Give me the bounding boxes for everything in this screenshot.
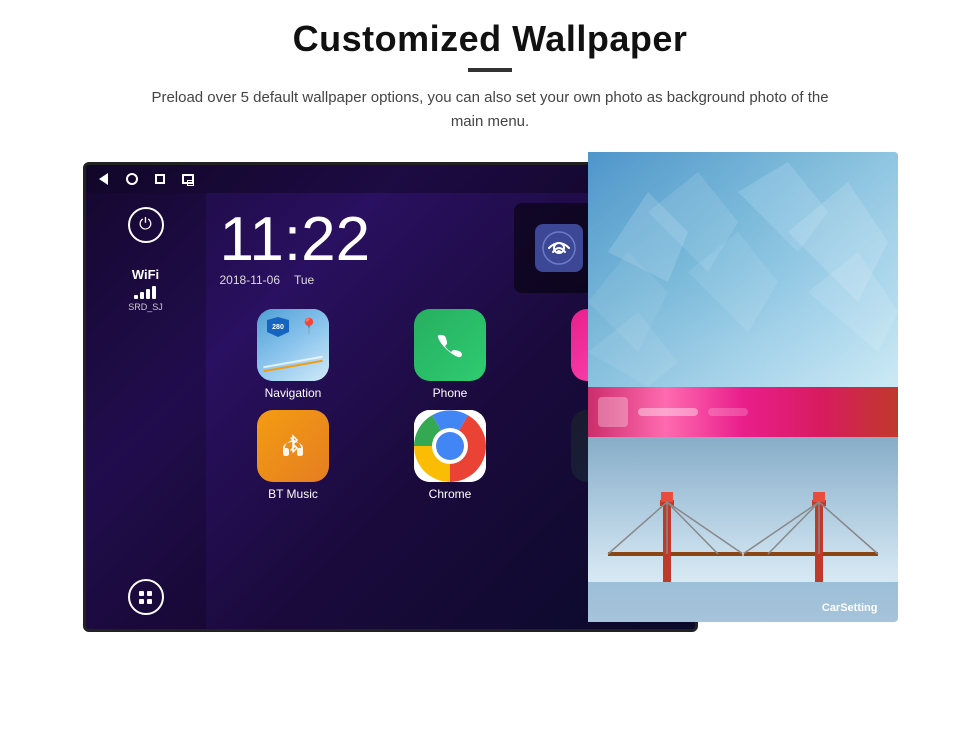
app-chrome[interactable]: Chrome: [377, 410, 524, 501]
power-button[interactable]: ⏻: [128, 207, 164, 243]
clock-display: 11:22 2018-11-06 Tue: [220, 209, 371, 287]
nav-buttons: [96, 171, 196, 187]
app-phone[interactable]: Phone: [377, 309, 524, 400]
chrome-app-label: Chrome: [429, 487, 472, 501]
wallpaper-ice[interactable]: [588, 152, 898, 387]
wifi-section: WiFi SRD_SJ: [128, 267, 163, 312]
clock-date: 2018-11-06 Tue: [220, 273, 315, 287]
nav-back-icon[interactable]: [96, 171, 112, 187]
bt-app-icon: [257, 410, 329, 482]
nav-recent-icon[interactable]: [152, 171, 168, 187]
power-icon: ⏻: [139, 216, 152, 234]
phone-app-label: Phone: [433, 386, 468, 400]
grid-icon: [139, 591, 152, 604]
carsetting-label: CarSetting: [822, 602, 878, 614]
app-bt-music[interactable]: BT Music: [220, 410, 367, 501]
clock-time: 11:22: [220, 209, 371, 271]
app-navigation[interactable]: 280 📍 Navigation: [220, 309, 367, 400]
wifi-bars: [128, 285, 163, 299]
wallpaper-abstract[interactable]: [588, 387, 898, 437]
sidebar: ⏻ WiFi SRD_SJ: [86, 193, 206, 629]
wallpaper-previews: CarSetting: [588, 152, 898, 622]
nav-app-icon: 280 📍: [257, 309, 329, 381]
wifi-ssid: SRD_SJ: [128, 302, 163, 312]
nav-screenshot-icon[interactable]: [180, 171, 196, 187]
page-title: Customized Wallpaper: [293, 18, 688, 60]
page-subtitle: Preload over 5 default wallpaper options…: [150, 86, 830, 134]
wifi-widget-icon: [535, 224, 583, 272]
apps-button[interactable]: [128, 579, 164, 615]
device-mockup: 📍 11:22 ⏻: [83, 152, 898, 642]
wifi-label: WiFi: [128, 267, 163, 282]
nav-app-label: Navigation: [265, 386, 322, 400]
bt-app-label: BT Music: [268, 487, 318, 501]
nav-pin: 📍: [299, 317, 319, 337]
wallpaper-bridge[interactable]: CarSetting: [588, 437, 898, 622]
title-divider: [468, 68, 512, 72]
nav-home-icon[interactable]: [124, 171, 140, 187]
phone-app-icon: [414, 309, 486, 381]
chrome-app-icon: [414, 410, 486, 482]
